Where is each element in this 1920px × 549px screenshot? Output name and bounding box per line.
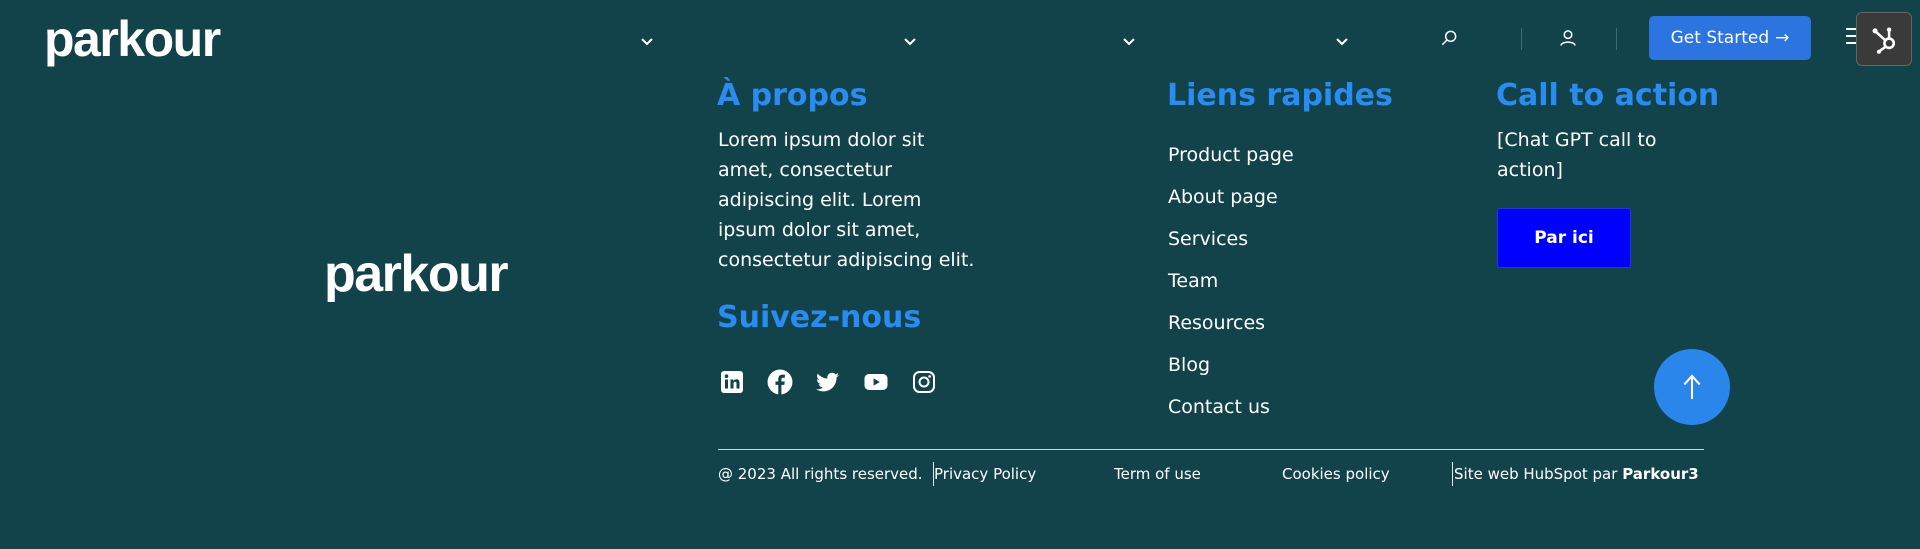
header-divider <box>1616 28 1617 50</box>
about-title: À propos <box>717 78 868 113</box>
linkedin-icon[interactable] <box>718 368 746 396</box>
cta-text: [Chat GPT call to action] <box>1497 125 1656 185</box>
header-logo[interactable]: parkour <box>44 14 221 64</box>
quick-link-services[interactable]: Services <box>1168 218 1294 260</box>
bottom-divider <box>1452 462 1453 486</box>
about-text-line: amet, consectetur <box>718 159 892 181</box>
quick-link-blog[interactable]: Blog <box>1168 344 1294 386</box>
privacy-policy-link[interactable]: Privacy Policy <box>934 465 1036 483</box>
facebook-icon[interactable] <box>766 368 794 396</box>
about-text-line: consectetur adipiscing elit. <box>718 249 975 271</box>
terms-of-use-link[interactable]: Term of use <box>1114 465 1201 483</box>
youtube-icon[interactable] <box>862 368 890 396</box>
copyright-text: @ 2023 All rights reserved. <box>718 465 923 483</box>
scroll-to-top-button[interactable] <box>1654 349 1730 425</box>
cookies-policy-link[interactable]: Cookies policy <box>1282 465 1390 483</box>
quick-link-resources[interactable]: Resources <box>1168 302 1294 344</box>
about-text-line: ipsum dolor sit amet, <box>718 219 921 241</box>
twitter-icon[interactable] <box>814 368 842 396</box>
nav-dropdown-1-chevron-down-icon[interactable] <box>636 30 658 52</box>
nav-dropdown-3-chevron-down-icon[interactable] <box>1118 30 1140 52</box>
about-text: Lorem ipsum dolor sit amet, consectetur … <box>718 125 974 275</box>
header-divider <box>1521 28 1522 50</box>
nav-dropdown-2-chevron-down-icon[interactable] <box>899 30 921 52</box>
instagram-icon[interactable] <box>910 368 938 396</box>
get-started-label: Get Started <box>1670 28 1770 48</box>
quick-link-about-page[interactable]: About page <box>1168 176 1294 218</box>
footer-logo[interactable]: parkour <box>324 248 509 300</box>
quick-links-title: Liens rapides <box>1167 78 1393 113</box>
arrow-up-icon <box>1683 374 1701 399</box>
arrow-right-icon: → <box>1775 28 1790 48</box>
footer-divider <box>718 449 1704 450</box>
nav-dropdown-4-chevron-down-icon[interactable] <box>1331 30 1353 52</box>
follow-title: Suivez-nous <box>717 300 922 335</box>
par-ici-button[interactable]: Par ici <box>1497 208 1631 268</box>
search-icon[interactable] <box>1437 26 1461 50</box>
quick-link-team[interactable]: Team <box>1168 260 1294 302</box>
about-text-line: Lorem ipsum dolor sit <box>718 129 925 151</box>
cta-text-line: [Chat GPT call to <box>1497 129 1657 151</box>
site-credit-prefix: Site web HubSpot par <box>1454 465 1618 483</box>
get-started-button[interactable]: Get Started → <box>1649 16 1811 60</box>
about-text-line: adipiscing elit. Lorem <box>718 189 922 211</box>
quick-links-list: Product page About page Services Team Re… <box>1168 134 1294 428</box>
cta-title: Call to action <box>1496 78 1720 113</box>
user-icon[interactable] <box>1556 26 1580 50</box>
cta-text-line: action] <box>1497 159 1563 181</box>
quick-link-product-page[interactable]: Product page <box>1168 134 1294 176</box>
social-links <box>718 368 938 396</box>
quick-link-contact-us[interactable]: Contact us <box>1168 386 1294 428</box>
hubspot-sprocket-icon[interactable] <box>1856 12 1912 66</box>
site-credit-brand-link[interactable]: Parkour3 <box>1622 465 1699 483</box>
site-credit: Site web HubSpot par Parkour3 <box>1454 465 1699 483</box>
